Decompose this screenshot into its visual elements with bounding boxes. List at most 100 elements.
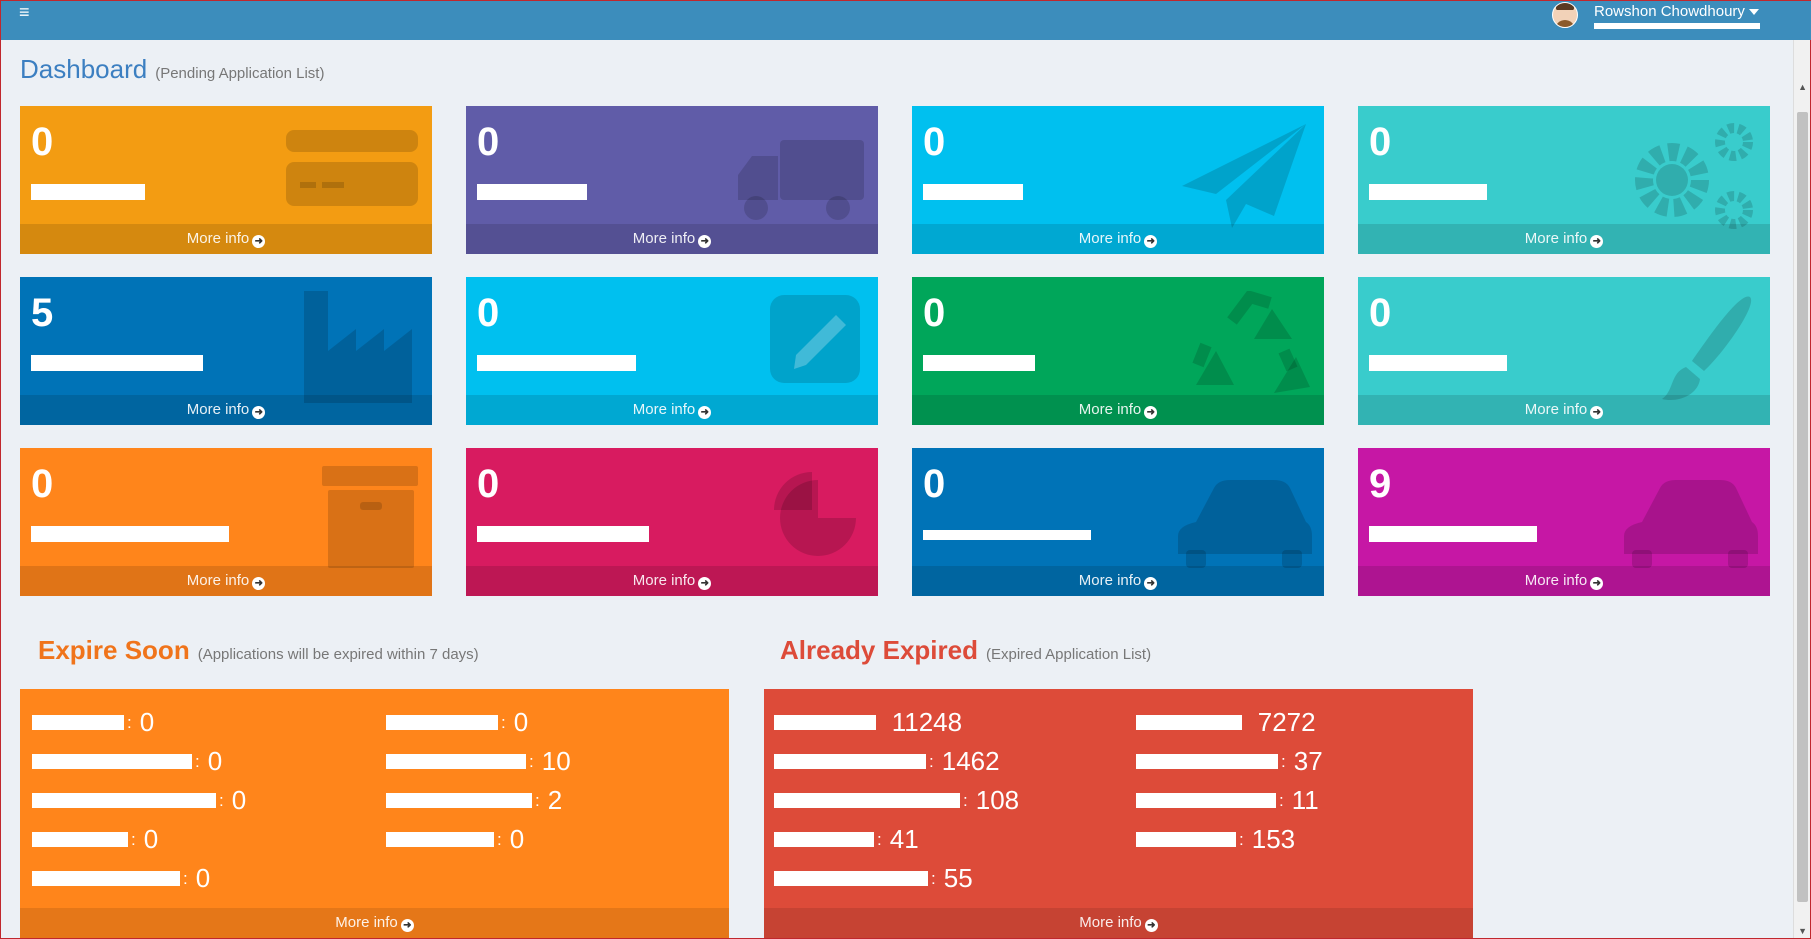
arrow-circle-right-icon: ➜	[1144, 235, 1158, 248]
expire-soon-more-info[interactable]: More info ➜	[20, 908, 729, 938]
list-item: :7272	[1136, 707, 1316, 737]
more-info-link[interactable]: More info ➜	[1358, 395, 1770, 425]
stat-box-industry: 5 More info ➜	[20, 277, 432, 425]
more-info-link[interactable]: More info ➜	[20, 566, 432, 596]
box-label	[1369, 355, 1507, 371]
list-item: :0	[32, 707, 154, 737]
more-info-link[interactable]: More info ➜	[466, 395, 878, 425]
box-count: 0	[31, 462, 54, 506]
more-info-label: More info	[1524, 401, 1588, 418]
scrollbar-thumb[interactable]	[1797, 112, 1808, 902]
already-expired-panel: :11248 :1462 :108 :41 :55 :7272 :37 :11 …	[764, 689, 1473, 938]
box-label	[1369, 526, 1537, 542]
pie-chart-icon	[774, 472, 856, 556]
avatar[interactable]	[1552, 2, 1578, 28]
expire-soon-title: Expire Soon	[38, 635, 190, 665]
stat-box-credit-card: 0 More info ➜	[20, 106, 432, 254]
more-info-label: More info	[186, 572, 250, 589]
stat-box-recycle: 0 More info ➜	[912, 277, 1324, 425]
arrow-circle-right-icon: ➜	[1590, 406, 1604, 419]
box-count: 0	[1369, 291, 1392, 335]
box-label	[31, 526, 229, 542]
more-info-label: More info	[1078, 401, 1142, 418]
box-count: 0	[477, 120, 500, 164]
list-item: :0	[32, 785, 246, 815]
user-menu[interactable]: Rowshon Chowdhoury	[1552, 1, 1760, 40]
user-name[interactable]: Rowshon Chowdhoury	[1594, 3, 1745, 20]
more-info-link[interactable]: More info ➜	[466, 224, 878, 254]
arrow-circle-right-icon: ➜	[1144, 406, 1158, 419]
gears-icon	[1635, 123, 1753, 229]
box-label	[31, 184, 145, 200]
box-count: 0	[477, 462, 500, 506]
page-title: Dashboard (Pending Application List)	[20, 54, 324, 85]
dashboard-subtitle: (Pending Application List)	[155, 65, 325, 82]
box-label	[1369, 184, 1487, 200]
list-item: :37	[1136, 746, 1323, 776]
box-count: 0	[923, 462, 946, 506]
box-count: 9	[1369, 462, 1392, 506]
box-count: 0	[923, 120, 946, 164]
list-item: :41	[774, 824, 919, 854]
already-expired-more-info[interactable]: More info ➜	[764, 908, 1473, 938]
recycle-icon	[1192, 291, 1310, 393]
arrow-circle-right-icon: ➜	[698, 235, 712, 248]
car-icon	[1624, 480, 1758, 568]
paper-plane-icon	[1182, 124, 1306, 228]
expire-soon-panel: :0 :0 :0 :0 :0 :0 :10 :2 :0 More info ➜	[20, 689, 729, 938]
credit-card-icon	[286, 130, 418, 206]
arrow-circle-right-icon: ➜	[698, 406, 712, 419]
list-item: :55	[774, 863, 973, 893]
car-icon	[1178, 480, 1312, 568]
already-expired-subtitle: (Expired Application List)	[985, 646, 1152, 663]
list-item: :153	[1136, 824, 1295, 854]
more-info-label: More info	[186, 230, 250, 247]
list-item: :2	[386, 785, 562, 815]
arrow-circle-right-icon: ➜	[400, 919, 414, 932]
box-label: Loan Machine Permit	[923, 530, 1091, 540]
hamburger-icon[interactable]: ≡	[19, 3, 30, 21]
box-label	[31, 355, 203, 371]
more-info-link[interactable]: More info ➜	[20, 395, 432, 425]
truck-icon	[738, 140, 864, 220]
list-item: :0	[386, 824, 524, 854]
more-info-label: More info	[1079, 914, 1142, 931]
arrow-circle-right-icon: ➜	[1144, 919, 1158, 932]
more-info-link[interactable]: More info ➜	[20, 224, 432, 254]
stat-box-archive: 0 More info ➜	[20, 448, 432, 596]
stat-box-edit: 0 More info ➜	[466, 277, 878, 425]
already-expired-heading: Already Expired (Expired Application List…	[780, 635, 1151, 666]
more-info-link[interactable]: More info ➜	[466, 566, 878, 596]
box-count: 0	[1369, 120, 1392, 164]
list-item: :0	[32, 824, 158, 854]
caret-down-icon[interactable]	[1748, 9, 1759, 16]
scrollbar[interactable]: ▲ ▼	[1793, 40, 1810, 938]
more-info-label: More info	[632, 230, 696, 247]
box-label	[477, 184, 587, 200]
arrow-circle-right-icon: ➜	[1590, 577, 1604, 590]
more-info-link[interactable]: More info ➜	[912, 224, 1324, 254]
scroll-down-icon[interactable]: ▼	[1798, 926, 1807, 936]
box-label	[923, 355, 1035, 371]
dashboard-title: Dashboard	[20, 54, 148, 84]
more-info-label: More info	[632, 401, 696, 418]
arrow-circle-right-icon: ➜	[252, 577, 266, 590]
stat-box-car-blue: 0 Loan Machine Permit More info ➜	[912, 448, 1324, 596]
more-info-link[interactable]: More info ➜	[912, 395, 1324, 425]
box-count: 0	[31, 120, 54, 164]
more-info-link[interactable]: More info ➜	[912, 566, 1324, 596]
list-item: :0	[32, 863, 210, 893]
already-expired-title: Already Expired	[780, 635, 978, 665]
arrow-circle-right-icon: ➜	[252, 406, 266, 419]
more-info-link[interactable]: More info ➜	[1358, 566, 1770, 596]
scroll-up-icon[interactable]: ▲	[1798, 82, 1807, 92]
expire-soon-subtitle: (Applications will be expired within 7 d…	[197, 646, 479, 663]
edit-icon	[770, 295, 860, 383]
more-info-label: More info	[632, 572, 696, 589]
last-login-text	[1594, 22, 1760, 29]
more-info-label: More info	[1524, 230, 1588, 247]
list-item: :0	[386, 707, 528, 737]
more-info-label: More info	[1078, 230, 1142, 247]
more-info-link[interactable]: More info ➜	[1358, 224, 1770, 254]
more-info-label: More info	[1078, 572, 1142, 589]
